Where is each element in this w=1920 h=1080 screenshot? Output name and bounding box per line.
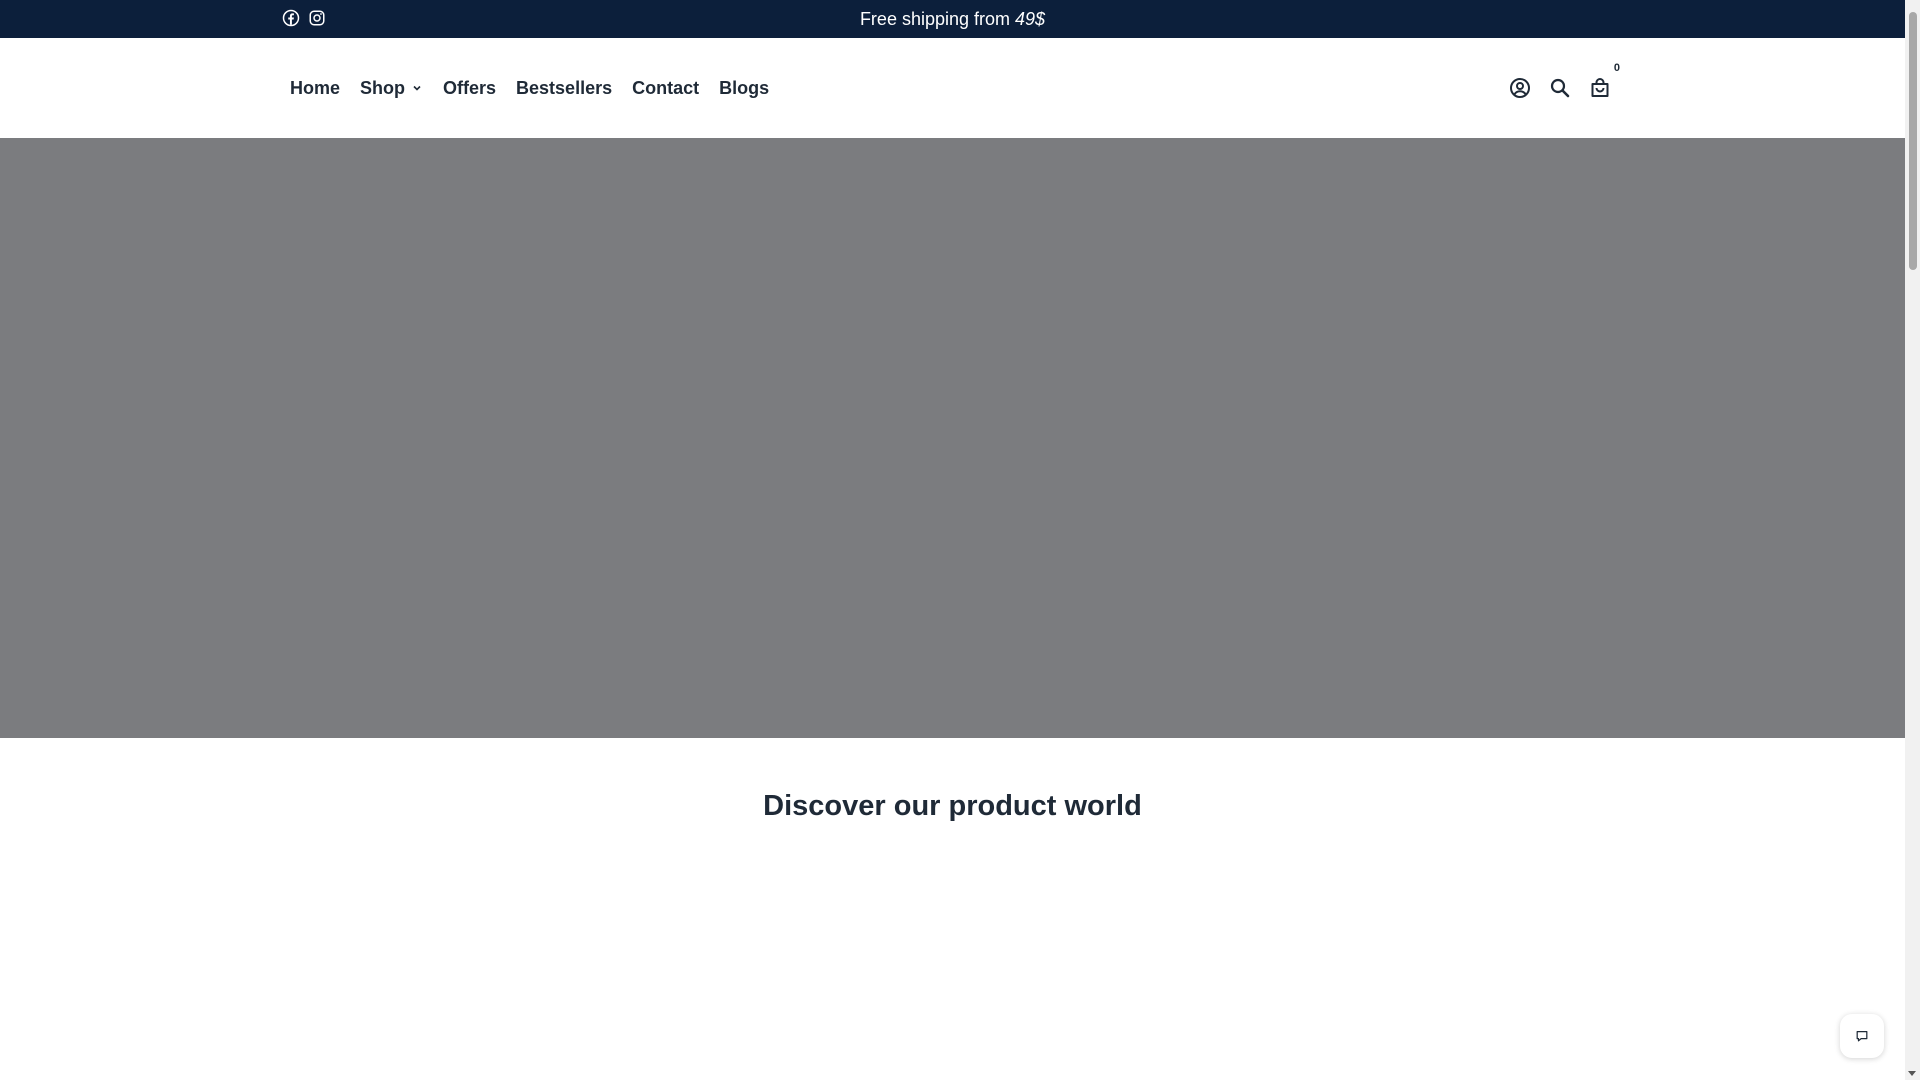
nav-label: Bestsellers: [516, 77, 613, 98]
main-nav: Home Shop Offers Bestsellers Contact Blo…: [290, 38, 789, 138]
cart-button[interactable]: 0: [1588, 62, 1620, 100]
user-circle-icon: [1510, 78, 1530, 98]
nav-item-home[interactable]: Home: [290, 78, 340, 99]
site-header: Home Shop Offers Bestsellers Contact Blo…: [0, 38, 1905, 138]
chat-bubble-icon: [1856, 1031, 1868, 1042]
search-icon: [1550, 78, 1570, 98]
nav-item-contact[interactable]: Contact: [632, 78, 699, 99]
account-button[interactable]: [1508, 76, 1532, 100]
section-title: Discover our product world: [763, 790, 1142, 822]
nav-label: Contact: [632, 77, 700, 98]
shopping-bag-icon: [1591, 78, 1609, 97]
nav-item-bestsellers[interactable]: Bestsellers: [516, 78, 612, 99]
cart-count-badge: 0: [1613, 62, 1620, 74]
announcement-text: Free shipping from 49$: [0, 0, 1905, 38]
page-scrollbar[interactable]: [1905, 0, 1920, 1080]
nav-label: Blogs: [719, 77, 770, 98]
nav-label: Offers: [443, 77, 497, 98]
hero-banner[interactable]: [0, 138, 1905, 738]
nav-label: Shop: [360, 77, 406, 98]
nav-item-blogs[interactable]: Blogs: [719, 78, 769, 99]
announcement-amount: 49$: [1015, 9, 1046, 29]
search-button[interactable]: [1548, 76, 1572, 100]
scrollbar-thumb[interactable]: [1909, 12, 1917, 270]
chevron-down-icon: [413, 85, 421, 91]
nav-item-shop[interactable]: Shop: [360, 78, 423, 99]
page: Free shipping from 49$ Home Shop Offers …: [0, 0, 1920, 1080]
header-actions: 0: [1508, 38, 1620, 138]
chat-button[interactable]: [1840, 1014, 1884, 1058]
nav-label: Home: [290, 77, 341, 98]
announcement-prefix: Free shipping from: [859, 9, 1016, 29]
announcement-bar: Free shipping from 49$: [0, 0, 1905, 38]
scroll-down-arrow[interactable]: [1908, 1071, 1916, 1076]
nav-item-offers[interactable]: Offers: [443, 78, 496, 99]
